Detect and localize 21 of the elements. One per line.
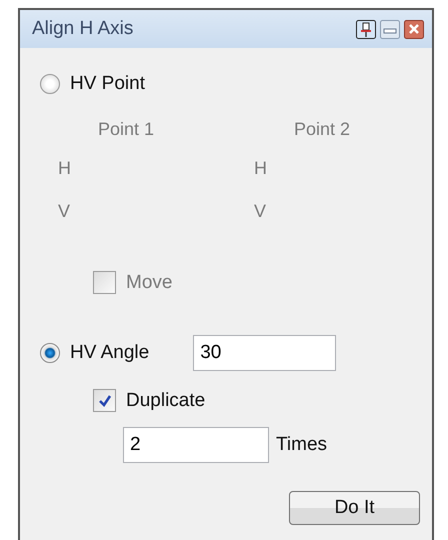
minimize-button[interactable] <box>380 20 400 38</box>
check-icon <box>96 392 112 408</box>
column-heading: Point 1 <box>98 119 156 140</box>
axis-label: V <box>254 201 268 222</box>
angle-field[interactable]: 30 <box>193 335 336 371</box>
close-button[interactable] <box>404 20 424 38</box>
axis-label: H <box>254 158 268 179</box>
column-heading: Point 2 <box>294 119 352 140</box>
checkbox-label: Duplicate <box>126 390 206 412</box>
do-it-button[interactable]: Do It <box>289 491 420 525</box>
radio-button[interactable] <box>40 343 60 363</box>
field-label: Times <box>276 434 328 456</box>
window-title: Align H Axis <box>32 18 134 40</box>
checkbox[interactable] <box>93 389 116 412</box>
checkbox-label: Move <box>126 272 172 294</box>
radio-label: HV Angle <box>70 342 150 364</box>
radio-label: HV Point <box>70 73 145 95</box>
times-field[interactable]: 2 <box>123 427 269 463</box>
axis-label: H <box>58 158 72 179</box>
axis-label: V <box>58 201 72 222</box>
pin-icon[interactable] <box>356 20 376 38</box>
